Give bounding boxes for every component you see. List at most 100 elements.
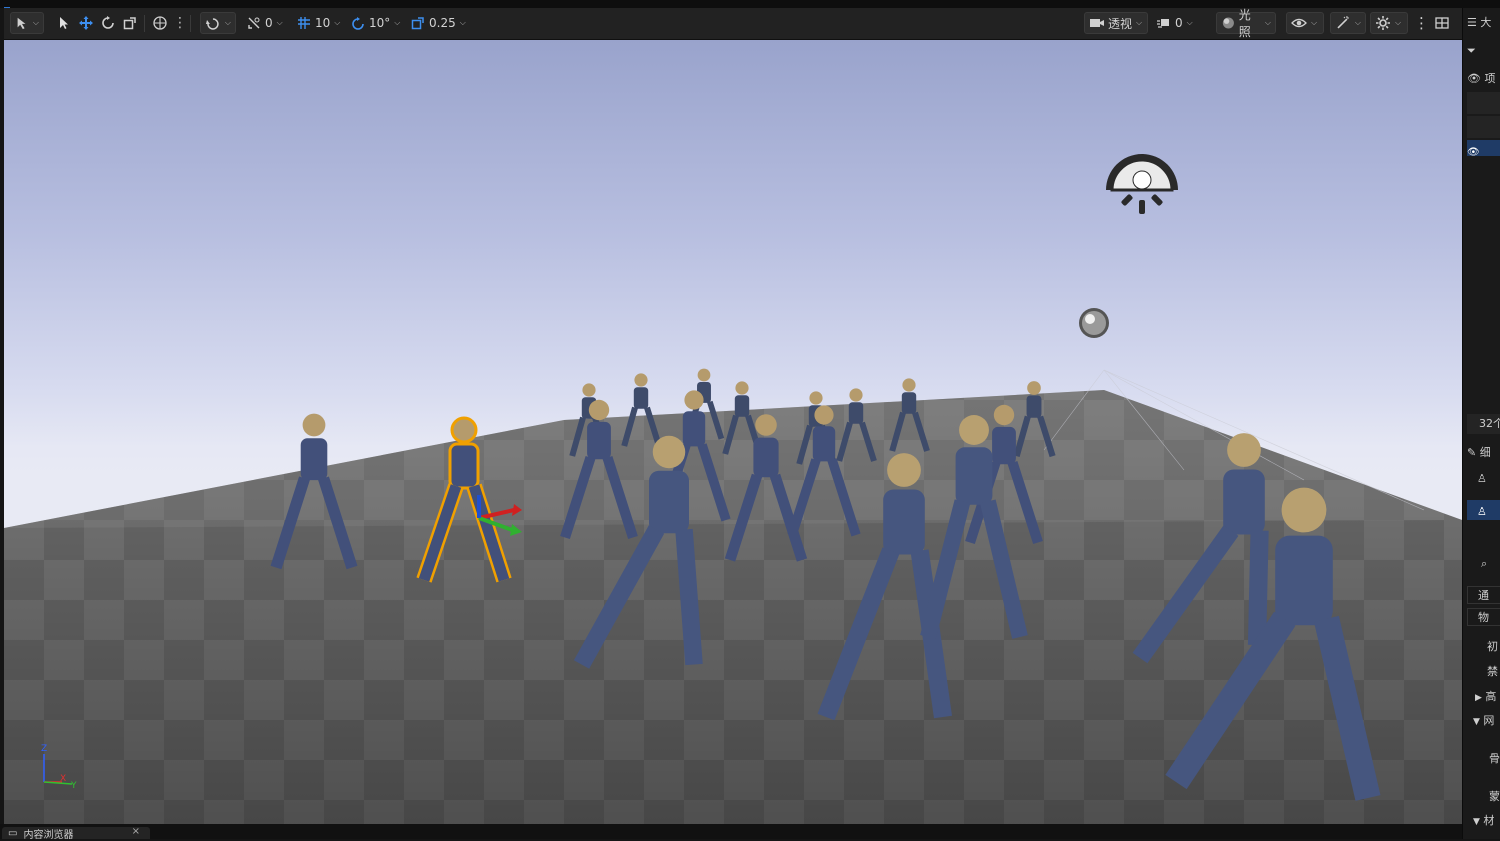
- realtime-dropdown[interactable]: ⌵: [1330, 12, 1366, 34]
- select-tool-button[interactable]: [52, 12, 76, 34]
- grid-snap-icon: [298, 17, 310, 29]
- right-side-panel: ☰ 大 ⏷ 👁 项 👁 32个 ✎ 细 ♙ ♙ ⌕ 通 物 初 禁 ▶ 高 ▼ …: [1462, 8, 1500, 839]
- outliner-menu-icon: ☰: [1467, 16, 1477, 29]
- settings-dropdown[interactable]: ⌵: [1370, 12, 1408, 34]
- lit-sphere-icon: [1222, 17, 1234, 29]
- outliner-title: 大: [1480, 16, 1492, 29]
- eye-icon[interactable]: 👁: [1467, 72, 1481, 85]
- filter-button-physics[interactable]: 物: [1467, 608, 1500, 626]
- rotate-tool-button[interactable]: [96, 12, 120, 34]
- section-header-advanced[interactable]: ▶ 高: [1467, 688, 1500, 704]
- grid-snap-value: 10: [315, 16, 331, 30]
- camera-speed-dropdown[interactable]: 0 ⌵: [1152, 12, 1197, 34]
- property-label: 蒙: [1489, 790, 1500, 803]
- directional-light-icon[interactable]: [1079, 308, 1109, 338]
- details-search[interactable]: ⌕: [1467, 557, 1500, 571]
- magic-wand-icon: [1337, 16, 1349, 29]
- actor-count-label: 32个: [1467, 414, 1500, 434]
- camera-speed-icon: [1157, 19, 1169, 28]
- details-tab-label: 细: [1479, 446, 1491, 459]
- scale-icon: [123, 17, 136, 30]
- coordinate-space-button[interactable]: ⋮: [148, 12, 191, 34]
- selection-mode-dropdown[interactable]: ⌵: [10, 12, 44, 34]
- show-flags-dropdown[interactable]: ⌵: [1286, 12, 1324, 34]
- pencil-icon: ✎: [1467, 446, 1477, 459]
- rotation-snap-value: 10°: [369, 16, 391, 30]
- outliner-header[interactable]: ☰ 大: [1467, 14, 1500, 30]
- content-browser-tab[interactable]: ▭ 内容浏览器 ×: [2, 826, 150, 841]
- sky-light-icon[interactable]: [1106, 154, 1178, 214]
- view-mode-dropdown[interactable]: 透视 ⌵: [1084, 12, 1148, 34]
- filter-label: 通: [1478, 589, 1489, 602]
- lighting-label: 光照: [1238, 8, 1251, 39]
- camera-speed-value: 0: [1175, 16, 1183, 30]
- scale-snap-icon: [411, 17, 424, 30]
- scene-canvas[interactable]: Z X Y: [4, 40, 1462, 824]
- surface-snapping-dropdown[interactable]: ⌵: [200, 12, 236, 34]
- level-viewport[interactable]: Z X Y: [4, 40, 1462, 824]
- section-header-materials[interactable]: ▼ 材: [1467, 812, 1500, 828]
- component-row-selected[interactable]: ♙: [1467, 500, 1500, 520]
- section-label: 高: [1485, 690, 1497, 703]
- axis-x-label: X: [60, 774, 66, 784]
- property-label: 初: [1487, 640, 1498, 653]
- translate-tool-button[interactable]: [74, 12, 98, 34]
- column-item-label: 项: [1484, 72, 1496, 85]
- cursor-icon: [60, 17, 68, 29]
- rotation-snap-icon: [352, 17, 364, 30]
- search-icon: ⌕: [1481, 557, 1488, 570]
- snap-angle-dropdown[interactable]: 0 ⌵: [242, 12, 287, 34]
- chevron-down-icon: ▼: [1473, 817, 1480, 827]
- folder-icon: ▭: [8, 827, 18, 839]
- select-mode-icon: [17, 17, 26, 30]
- title-strip: [0, 0, 1500, 11]
- outliner-row-selected[interactable]: 👁: [1467, 140, 1500, 158]
- rotation-snap-dropdown[interactable]: 10° ⌵: [346, 12, 404, 34]
- rotate-icon: [102, 16, 114, 29]
- scale-snap-dropdown[interactable]: 0.25 ⌵: [406, 12, 470, 34]
- scale-tool-button[interactable]: [118, 12, 142, 34]
- actor-icon: ♙: [1477, 505, 1487, 518]
- camera-icon: [1090, 19, 1104, 27]
- axis-z-label: Z: [41, 744, 47, 754]
- actor-component-row[interactable]: ♙: [1467, 472, 1500, 485]
- section-label: 网: [1483, 714, 1495, 727]
- filter-icon: ⏷: [1467, 44, 1476, 57]
- content-browser-label: 内容浏览器: [23, 829, 74, 841]
- world-icon: [153, 16, 167, 30]
- gear-icon: [1376, 16, 1390, 30]
- move-icon: [79, 16, 93, 30]
- grid-snap-dropdown[interactable]: 10 ⌵: [292, 12, 344, 34]
- view-mode-label: 透视: [1108, 16, 1133, 31]
- layout-grid-icon: [1435, 17, 1449, 29]
- outliner-row[interactable]: [1467, 92, 1500, 114]
- filter-button[interactable]: ⏷: [1467, 44, 1500, 58]
- scale-snap-value: 0.25: [429, 16, 456, 30]
- axis-y-label: Y: [70, 781, 77, 791]
- close-icon[interactable]: ×: [132, 826, 140, 837]
- chevron-down-icon: ▼: [1473, 717, 1480, 727]
- actor-icon: ♙: [1477, 472, 1487, 485]
- filter-button-general[interactable]: 通: [1467, 586, 1500, 604]
- section-label: 材: [1483, 814, 1495, 827]
- surface-snap-value: 0: [265, 16, 273, 30]
- bottom-bar: [0, 824, 1462, 839]
- toolbar-separator: [190, 15, 191, 32]
- details-tab[interactable]: ✎ 细: [1467, 444, 1500, 460]
- eye-icon[interactable]: 👁: [1467, 147, 1480, 158]
- section-header-mesh[interactable]: ▼ 网: [1467, 712, 1500, 728]
- surface-snap-icon: [205, 18, 219, 30]
- layout-button[interactable]: [1430, 12, 1454, 34]
- property-label: 骨: [1489, 752, 1500, 765]
- chevron-right-icon: ▶: [1475, 693, 1482, 703]
- lighting-mode-dropdown[interactable]: 光照 ⌵: [1216, 8, 1276, 39]
- filter-label: 物: [1478, 611, 1489, 624]
- outliner-row[interactable]: [1467, 116, 1500, 138]
- property-label: 禁: [1487, 665, 1498, 678]
- viewport-toolbar: ⌵ ⋮ ⌵ 0 ⌵ 10 ⌵ 10° ⌵ 0.25 ⌵ 透视 ⌵ 0 ⌵ 光照 …: [4, 8, 1462, 40]
- angle-snap-icon: [248, 17, 260, 29]
- more-options-icon[interactable]: ⋮: [173, 15, 187, 31]
- eye-icon: [1291, 18, 1307, 28]
- toolbar-separator: [144, 15, 145, 32]
- outliner-column-header: 👁 项: [1467, 70, 1500, 86]
